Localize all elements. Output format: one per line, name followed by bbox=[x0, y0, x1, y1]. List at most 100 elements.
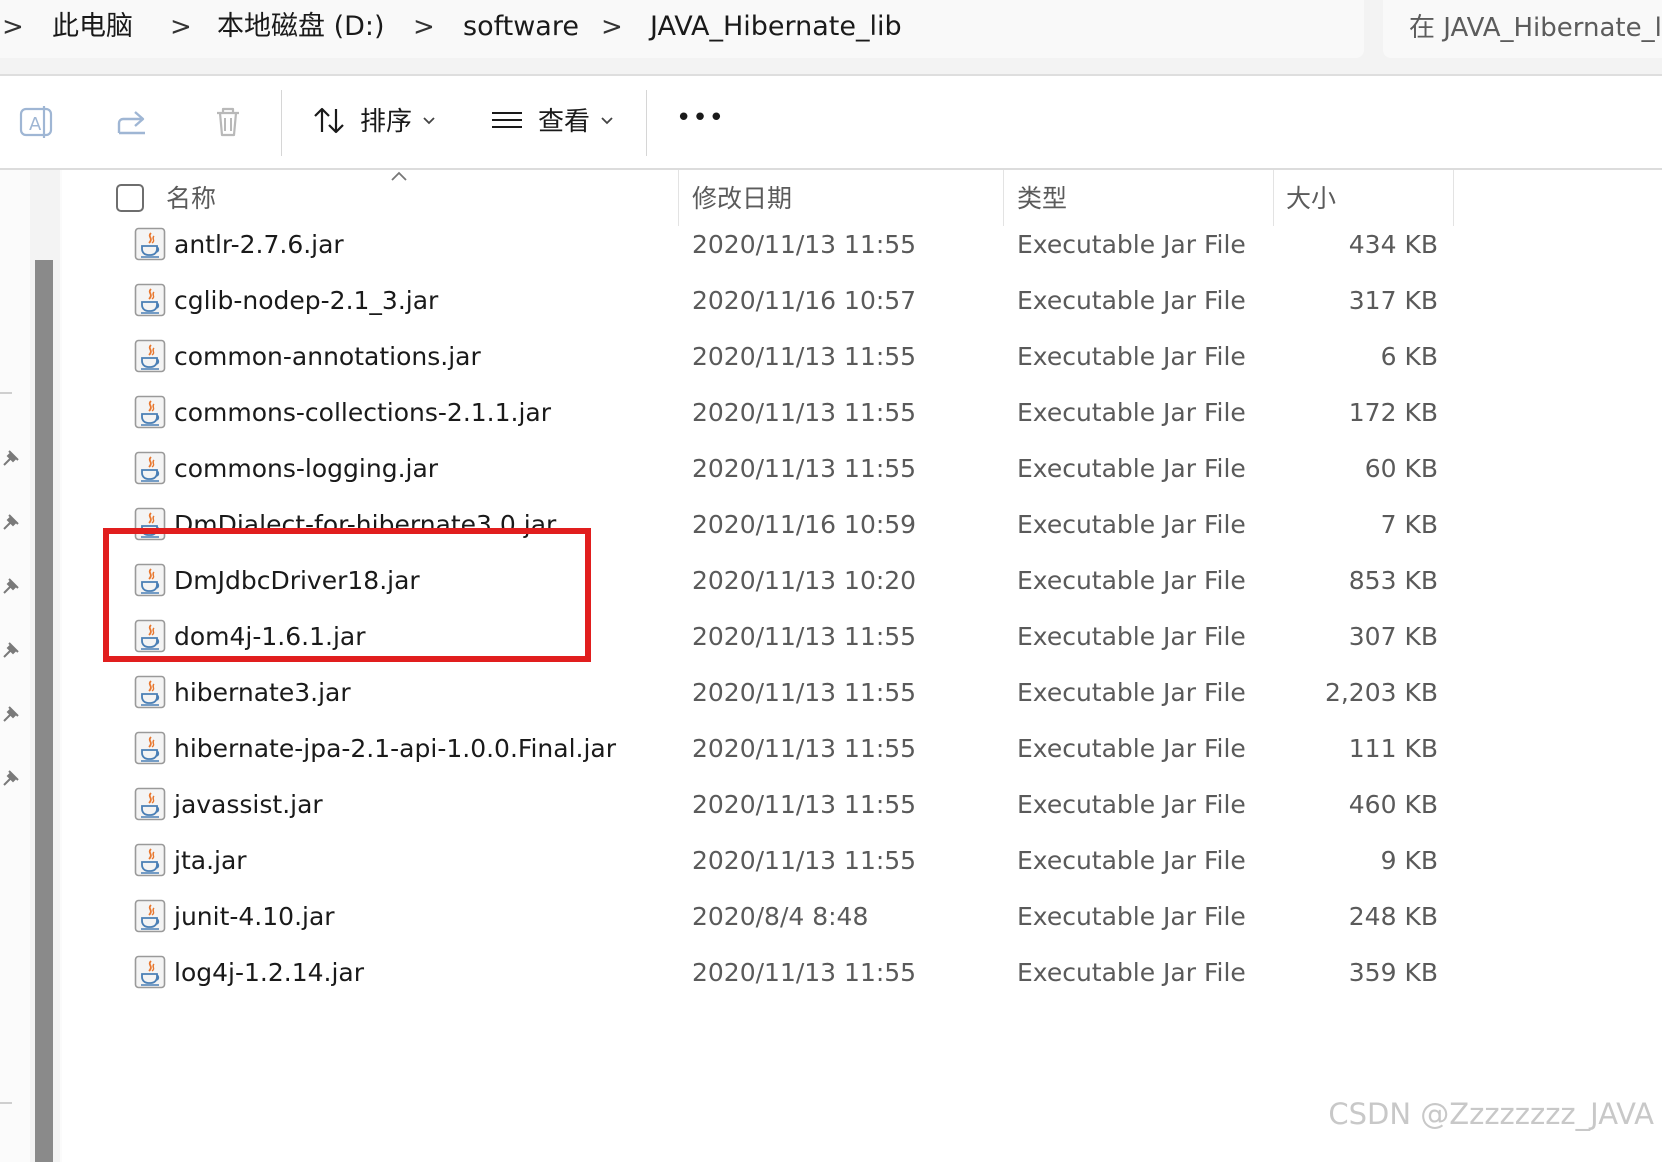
file-row[interactable]: commons-collections-2.1.1.jar 2020/11/13 … bbox=[62, 387, 1462, 443]
pin-icon[interactable] bbox=[0, 511, 22, 533]
search-placeholder: 在 JAVA_Hibernate_li bbox=[1409, 13, 1662, 43]
column-divider[interactable] bbox=[1003, 170, 1004, 226]
file-name[interactable]: junit-4.10.jar bbox=[174, 900, 335, 934]
file-row[interactable]: common-annotations.jar 2020/11/13 11:55 Ex… bbox=[62, 331, 1462, 387]
more-options-button[interactable]: ••• bbox=[672, 98, 724, 146]
sort-icon bbox=[314, 107, 344, 134]
delete-icon[interactable] bbox=[209, 103, 247, 141]
command-bar: A 排序 查看 ••• bbox=[0, 76, 1662, 170]
breadcrumb-separator[interactable]: > bbox=[413, 8, 435, 46]
search-input[interactable]: 在 JAVA_Hibernate_li bbox=[1383, 0, 1662, 58]
chevron-down-icon bbox=[423, 117, 435, 125]
java-jar-file-icon bbox=[134, 731, 166, 765]
java-jar-file-icon bbox=[134, 843, 166, 877]
file-row[interactable]: DmJdbcDriver18.jar 2020/11/13 10:20 Execut… bbox=[62, 555, 1462, 611]
column-header-name[interactable]: 名称 bbox=[166, 182, 216, 216]
file-type: Executable Jar File bbox=[1017, 454, 1246, 483]
file-type: Executable Jar File bbox=[1017, 398, 1246, 427]
column-header-modified[interactable]: 修改日期 bbox=[692, 182, 792, 216]
column-header-type[interactable]: 类型 bbox=[1017, 182, 1067, 216]
file-type: Executable Jar File bbox=[1017, 902, 1246, 931]
file-row[interactable]: antlr-2.7.6.jar 2020/11/13 11:55 Executabl… bbox=[62, 219, 1462, 275]
breadcrumb-separator[interactable]: > bbox=[170, 8, 192, 46]
file-size: 359 KB bbox=[1348, 958, 1438, 987]
file-type: Executable Jar File bbox=[1017, 566, 1246, 595]
pin-icon[interactable] bbox=[0, 639, 22, 661]
pin-icon[interactable] bbox=[0, 447, 22, 469]
file-name[interactable]: dom4j-1.6.1.jar bbox=[174, 620, 366, 654]
file-row[interactable]: hibernate-jpa-2.1-api-1.0.0.Final.jar 202… bbox=[62, 723, 1462, 779]
file-name[interactable]: commons-logging.jar bbox=[174, 452, 438, 486]
file-modified-date: 2020/11/13 11:55 bbox=[692, 342, 917, 371]
file-type: Executable Jar File bbox=[1017, 790, 1246, 819]
file-row[interactable]: commons-logging.jar 2020/11/13 11:55 Execu… bbox=[62, 443, 1462, 499]
java-jar-file-icon bbox=[134, 395, 166, 429]
navigation-pane bbox=[0, 170, 62, 1162]
column-header-size[interactable]: 大小 bbox=[1286, 182, 1336, 216]
breadcrumb-separator[interactable]: > bbox=[601, 8, 623, 46]
pin-icon[interactable] bbox=[0, 703, 22, 725]
file-modified-date: 2020/11/13 11:55 bbox=[692, 790, 917, 819]
java-jar-file-icon bbox=[134, 507, 166, 541]
file-name[interactable]: hibernate-jpa-2.1-api-1.0.0.Final.jar bbox=[174, 732, 616, 766]
file-modified-date: 2020/11/16 10:57 bbox=[692, 286, 917, 315]
java-jar-file-icon bbox=[134, 899, 166, 933]
watermark: CSDN @Zzzzzzzz_JAVA bbox=[1328, 1097, 1654, 1131]
file-row[interactable]: hibernate3.jar 2020/11/13 11:55 Executable… bbox=[62, 667, 1462, 723]
toolbar-divider bbox=[281, 90, 282, 156]
file-row[interactable]: jta.jar 2020/11/13 11:55 Executable Jar Fi… bbox=[62, 835, 1462, 891]
share-icon[interactable] bbox=[113, 103, 151, 141]
file-name[interactable]: DmDialect-for-hibernate3.0.jar bbox=[174, 508, 556, 542]
pin-icon[interactable] bbox=[0, 575, 22, 597]
breadcrumb-software[interactable]: software bbox=[463, 8, 579, 46]
sort-label: 排序 bbox=[360, 107, 413, 137]
view-list-icon bbox=[492, 112, 522, 128]
file-name[interactable]: javassist.jar bbox=[174, 788, 323, 822]
breadcrumb-this-pc[interactable]: 此电脑 bbox=[52, 8, 133, 46]
breadcrumb[interactable]: > 此电脑 > 本地磁盘 (D:) > software > JAVA_Hibe… bbox=[0, 0, 1364, 58]
file-modified-date: 2020/11/13 11:55 bbox=[692, 230, 917, 259]
column-divider[interactable] bbox=[1273, 170, 1274, 226]
file-name[interactable]: hibernate3.jar bbox=[174, 676, 351, 710]
file-row[interactable]: javassist.jar 2020/11/13 11:55 Executable … bbox=[62, 779, 1462, 835]
file-type: Executable Jar File bbox=[1017, 734, 1246, 763]
file-row[interactable]: dom4j-1.6.1.jar 2020/11/13 11:55 Executabl… bbox=[62, 611, 1462, 667]
file-type: Executable Jar File bbox=[1017, 342, 1246, 371]
file-size: 172 KB bbox=[1348, 398, 1438, 427]
svg-text:A: A bbox=[29, 114, 42, 135]
file-modified-date: 2020/11/13 11:55 bbox=[692, 958, 917, 987]
column-divider[interactable] bbox=[1453, 170, 1454, 226]
file-name[interactable]: commons-collections-2.1.1.jar bbox=[174, 396, 551, 430]
file-row[interactable]: junit-4.10.jar 2020/8/4 8:48 Executable Ja… bbox=[62, 891, 1462, 947]
file-name[interactable]: common-annotations.jar bbox=[174, 340, 481, 374]
file-name[interactable]: antlr-2.7.6.jar bbox=[174, 228, 344, 262]
sort-button[interactable]: 排序 bbox=[312, 98, 442, 146]
file-row[interactable]: log4j-1.2.14.jar 2020/11/13 11:55 Executab… bbox=[62, 947, 1462, 1003]
rename-icon[interactable]: A bbox=[18, 103, 56, 141]
pin-icon[interactable] bbox=[0, 767, 22, 789]
file-name[interactable]: DmJdbcDriver18.jar bbox=[174, 564, 420, 598]
file-size: 248 KB bbox=[1348, 902, 1438, 931]
java-jar-file-icon bbox=[134, 339, 166, 373]
breadcrumb-drive-d[interactable]: 本地磁盘 (D:) bbox=[217, 8, 385, 46]
java-jar-file-icon bbox=[134, 451, 166, 485]
file-row[interactable]: DmDialect-for-hibernate3.0.jar 2020/11/16… bbox=[62, 499, 1462, 555]
file-size: 9 KB bbox=[1380, 846, 1438, 875]
nav-scrollbar-thumb[interactable] bbox=[35, 260, 53, 1162]
file-modified-date: 2020/11/13 11:55 bbox=[692, 454, 917, 483]
breadcrumb-separator[interactable]: > bbox=[2, 8, 24, 46]
java-jar-file-icon bbox=[134, 787, 166, 821]
file-name[interactable]: jta.jar bbox=[174, 844, 247, 878]
file-modified-date: 2020/11/13 11:55 bbox=[692, 398, 917, 427]
file-size: 111 KB bbox=[1348, 734, 1438, 763]
column-divider[interactable] bbox=[678, 170, 679, 226]
file-row[interactable]: cglib-nodep-2.1_3.jar 2020/11/16 10:57 Exe… bbox=[62, 275, 1462, 331]
sort-ascending-caret-icon bbox=[391, 171, 407, 181]
select-all-checkbox[interactable] bbox=[116, 184, 144, 212]
file-name[interactable]: cglib-nodep-2.1_3.jar bbox=[174, 284, 438, 318]
file-name[interactable]: log4j-1.2.14.jar bbox=[174, 956, 364, 990]
view-button[interactable]: 查看 bbox=[490, 98, 620, 146]
file-size: 317 KB bbox=[1348, 286, 1438, 315]
java-jar-file-icon bbox=[134, 955, 166, 989]
breadcrumb-java-hibernate-lib[interactable]: JAVA_Hibernate_lib bbox=[650, 8, 902, 46]
